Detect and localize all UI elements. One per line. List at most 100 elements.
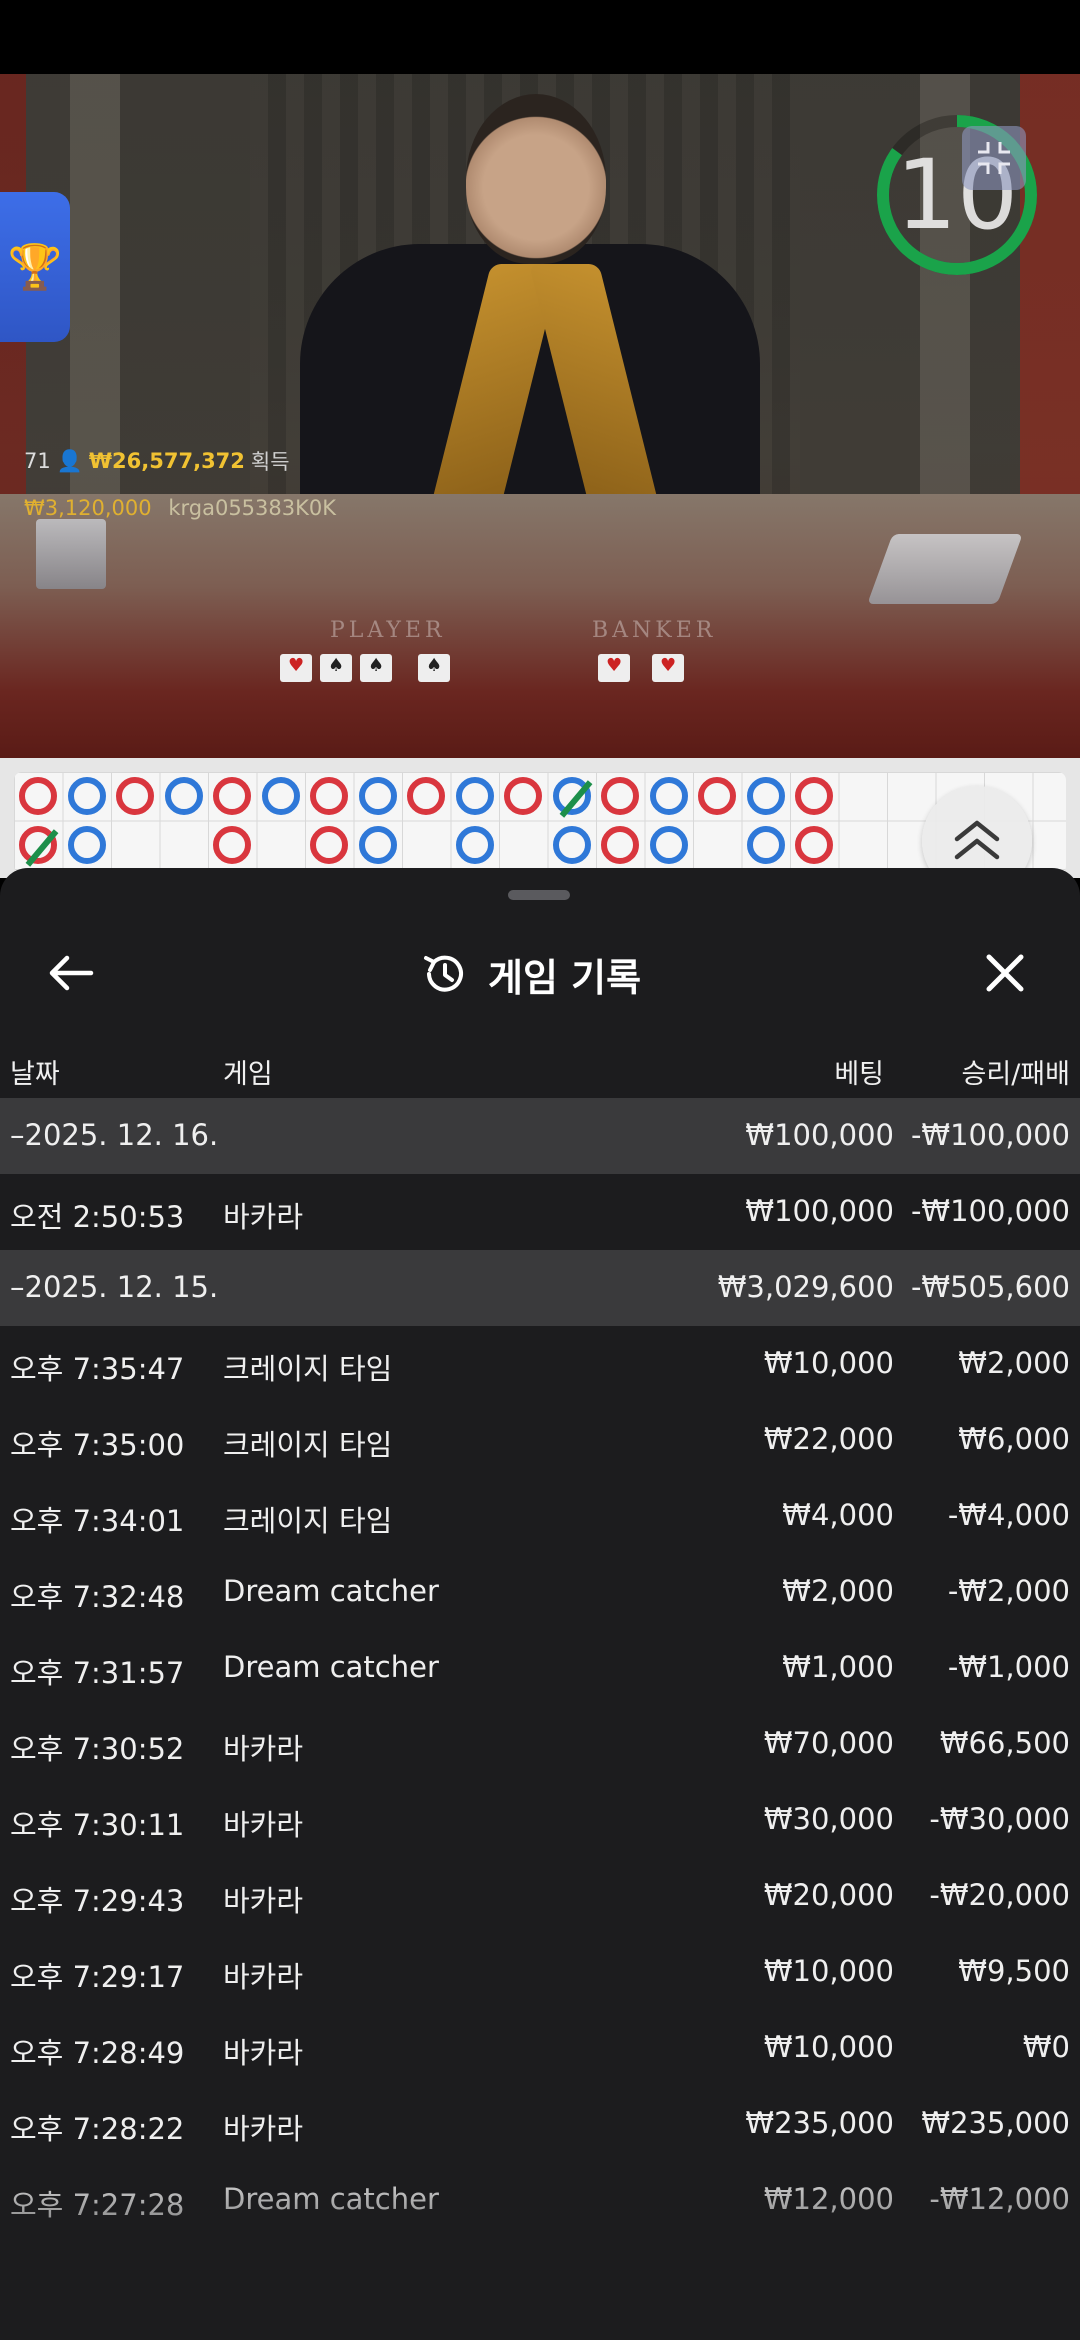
card [652, 654, 684, 682]
row-date: 오후 7:28:49 [10, 2036, 185, 2070]
row-bet: ₩10,000 [763, 1346, 894, 1380]
banker-bead [19, 825, 59, 867]
row-result: ₩235,000 [921, 2106, 1070, 2140]
person-icon: 👤 [56, 448, 83, 473]
row-result: ₩9,500 [958, 1954, 1070, 1988]
history-row[interactable]: 오후 7:35:47 크레이지 타임 ₩10,000 ₩2,000 [0, 1326, 1080, 1402]
row-game: 바카라 [223, 1808, 304, 1842]
total-win-amount: ₩26,577,372 [88, 449, 245, 473]
bead-road[interactable] [14, 772, 1066, 874]
player-bead [455, 777, 494, 815]
row-date: 오후 7:29:17 [10, 1960, 185, 1994]
history-row[interactable]: 오후 7:34:01 크레이지 타임 ₩4,000 -₩4,000 [0, 1478, 1080, 1554]
history-row[interactable]: 오후 7:31:57 Dream catcher ₩1,000 -₩1,000 [0, 1630, 1080, 1706]
banker-bead [601, 825, 639, 864]
trophy-tab[interactable]: 🏆 [0, 192, 70, 342]
row-bet: ₩30,000 [763, 1802, 894, 1836]
live-video: PLAYER BANKER 🏆 10 [0, 74, 1080, 758]
banker-bead [213, 825, 251, 864]
player-bead [455, 825, 494, 864]
row-game: 바카라 [223, 1960, 304, 1994]
history-row[interactable]: 오후 7:35:00 크레이지 타임 ₩22,000 ₩6,000 [0, 1402, 1080, 1478]
player-bead [67, 777, 106, 815]
history-row[interactable]: 오후 7:29:43 바카라 ₩20,000 -₩20,000 [0, 1858, 1080, 1934]
history-row[interactable]: 오후 7:30:52 바카라 ₩70,000 ₩66,500 [0, 1706, 1080, 1782]
column-date: 날짜 [10, 1059, 60, 1090]
row-bet: ₩12,000 [763, 2182, 894, 2216]
player-bead [261, 777, 300, 815]
close-button[interactable] [970, 938, 1040, 1008]
card [320, 654, 352, 682]
card [418, 654, 450, 682]
player-area-label: PLAYER [330, 618, 446, 643]
row-bet: ₩10,000 [763, 1954, 894, 1988]
row-bet: ₩22,000 [763, 1422, 894, 1456]
collapse-video-button[interactable] [962, 126, 1026, 190]
banker-bead [310, 825, 348, 864]
history-row[interactable]: 오후 7:30:11 바카라 ₩30,000 -₩30,000 [0, 1782, 1080, 1858]
history-row[interactable]: 오후 7:28:22 바카라 ₩235,000 ₩235,000 [0, 2086, 1080, 2162]
date-group-row[interactable]: –2025. 12. 15. ₩3,029,600 -₩505,600 [0, 1250, 1080, 1326]
tie-mark [559, 780, 592, 818]
row-result: ₩66,500 [939, 1726, 1070, 1760]
banker-bead [601, 777, 639, 815]
date-group-row[interactable]: –2025. 12. 16. ₩100,000 -₩100,000 [0, 1098, 1080, 1174]
card-shoe [867, 534, 1023, 604]
row-game: 바카라 [223, 2036, 304, 2070]
row-result: -₩30,000 [929, 1802, 1070, 1836]
banker-bead [116, 777, 154, 815]
row-game: 크레이지 타임 [223, 1352, 393, 1386]
banker-bead [795, 825, 833, 864]
collapse-icon [978, 142, 1010, 174]
banker-bead [795, 777, 833, 815]
history-row[interactable]: 오후 7:29:17 바카라 ₩10,000 ₩9,500 [0, 1934, 1080, 2010]
row-bet: ₩4,000 [782, 1498, 894, 1532]
row-date: 오전 2:50:53 [10, 1200, 185, 1234]
player-bead [746, 825, 785, 864]
row-game: Dream catcher [223, 2182, 439, 2216]
back-button[interactable] [36, 938, 106, 1008]
row-date: 오후 7:35:47 [10, 1352, 185, 1386]
app-screen: PLAYER BANKER 🏆 10 [0, 0, 1080, 2340]
column-game: 게임 [223, 1059, 273, 1090]
history-row[interactable]: 오후 7:28:49 바카라 ₩10,000 ₩0 [0, 2010, 1080, 2086]
row-game: 바카라 [223, 1884, 304, 1918]
history-list[interactable]: –2025. 12. 16. ₩100,000 -₩100,000 오전 2:50:5… [0, 1098, 1080, 2238]
row-result: -₩100,000 [910, 1194, 1070, 1228]
row-result: -₩100,000 [910, 1118, 1070, 1152]
row-date: 오후 7:31:57 [10, 1656, 185, 1690]
column-result: 승리/패배 [961, 1059, 1070, 1090]
row-bet: ₩100,000 [745, 1118, 894, 1152]
row-bet: ₩3,029,600 [717, 1270, 894, 1304]
row-result: -₩4,000 [947, 1498, 1070, 1532]
game-history-sheet: 게임 기록 날짜 게임 베팅 승리/패배 –2025. 12. 16. ₩100,… [0, 868, 1080, 2340]
winners-overlay: 71 👤 ₩26,577,372 획득 ₩3,120,000 krga05538… [24, 446, 337, 521]
player-bead [67, 825, 106, 864]
history-icon [424, 955, 463, 992]
winner-username: krga055383K0K [168, 496, 337, 520]
row-bet: ₩100,000 [745, 1194, 894, 1228]
banker-area-label: BANKER [592, 618, 717, 643]
player-bead [552, 777, 592, 818]
arrow-left-icon [49, 955, 94, 991]
player-bead [649, 777, 688, 815]
row-date: 오후 7:30:11 [10, 1808, 185, 1842]
row-bet: ₩235,000 [745, 2106, 894, 2140]
row-bet: ₩70,000 [763, 1726, 894, 1760]
sheet-title: 게임 기록 [420, 944, 641, 1004]
column-bet: 베팅 [834, 1059, 884, 1090]
history-row[interactable]: 오후 7:27:28 Dream catcher ₩12,000 -₩12,000 [0, 2162, 1080, 2238]
viewer-count: 71 [24, 449, 51, 473]
tie-mark [25, 828, 59, 867]
history-row[interactable]: 오전 2:50:53 바카라 ₩100,000 -₩100,000 [0, 1174, 1080, 1250]
gain-label: 획득 [250, 450, 290, 474]
row-bet: ₩20,000 [763, 1878, 894, 1912]
sheet-header: 게임 기록 [0, 910, 1080, 1030]
sheet-grabber[interactable] [508, 890, 570, 900]
row-date: 오후 7:27:28 [10, 2188, 185, 2222]
row-result: -₩1,000 [947, 1650, 1070, 1684]
history-row[interactable]: 오후 7:32:48 Dream catcher ₩2,000 -₩2,000 [0, 1554, 1080, 1630]
row-bet: ₩1,000 [782, 1650, 894, 1684]
row-bet: ₩10,000 [763, 2030, 894, 2064]
banker-bead [19, 777, 57, 815]
